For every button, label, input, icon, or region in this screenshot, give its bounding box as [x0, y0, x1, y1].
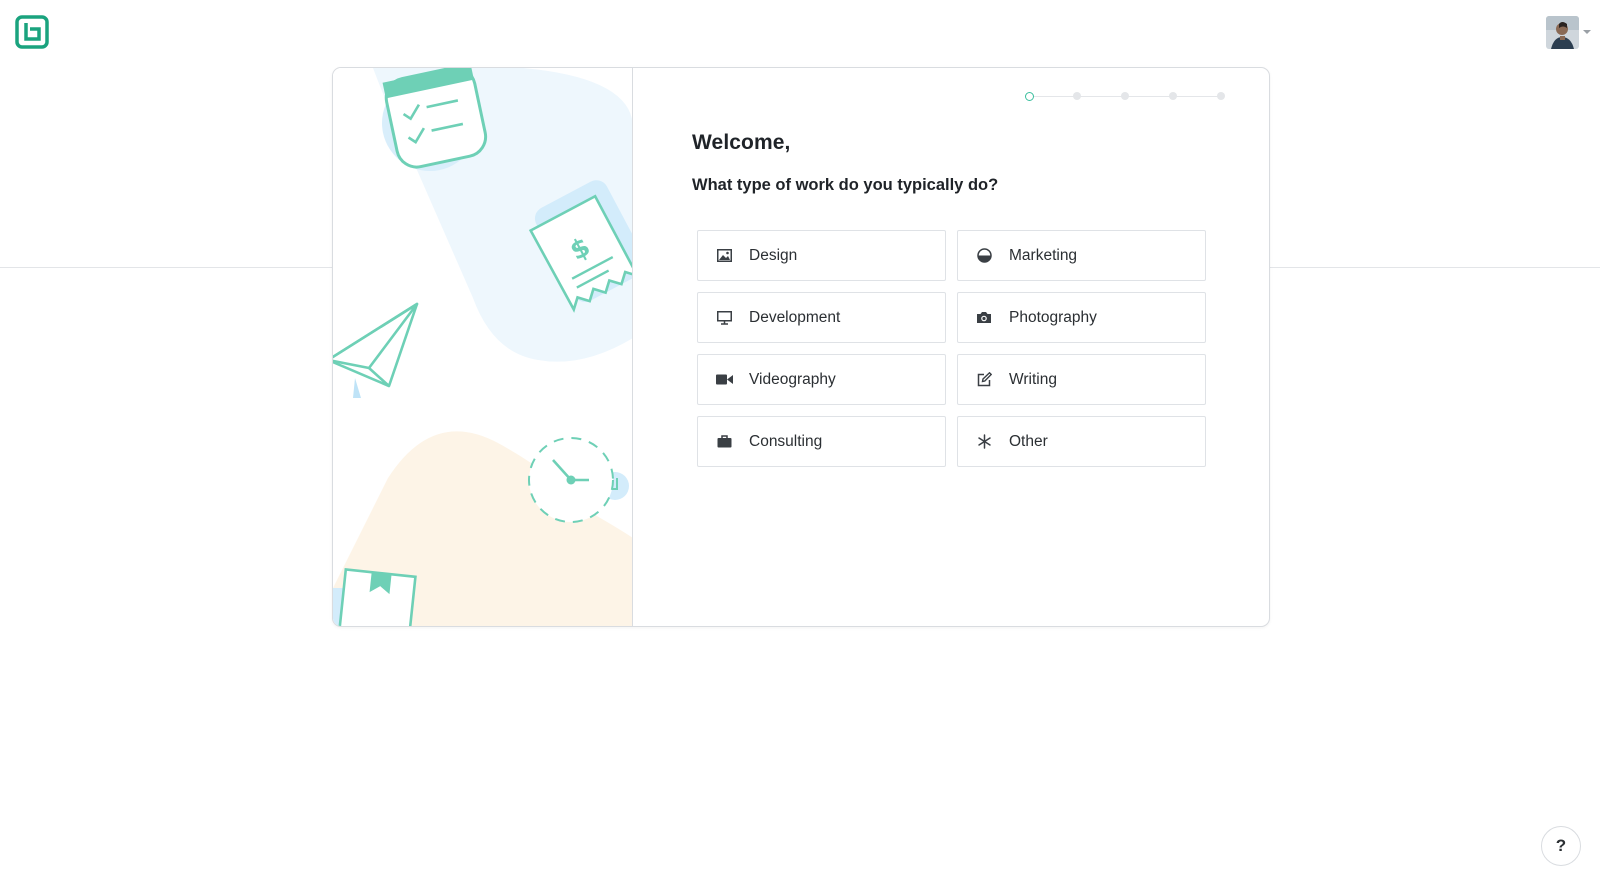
step-dot-5	[1217, 92, 1225, 100]
option-label: Design	[749, 246, 798, 264]
option-label: Consulting	[749, 432, 823, 450]
bonsai-logo-icon[interactable]	[15, 15, 49, 49]
option-design[interactable]: Design	[697, 230, 946, 281]
progress-stepper	[1025, 90, 1225, 102]
image-icon	[715, 247, 733, 265]
edit-icon	[975, 371, 993, 389]
briefcase-icon	[715, 433, 733, 451]
option-photography[interactable]: Photography	[957, 292, 1206, 343]
work-type-options: Design Marketing Development Photography	[697, 230, 1207, 467]
option-label: Writing	[1009, 370, 1057, 388]
asterisk-icon	[975, 433, 993, 451]
work-type-question: What type of work do you typically do?	[692, 176, 999, 194]
option-marketing[interactable]: Marketing	[957, 230, 1206, 281]
page-title: Welcome,	[692, 131, 791, 154]
user-avatar-icon[interactable]	[1546, 15, 1579, 49]
step-dot-1	[1025, 91, 1034, 101]
help-button[interactable]: ?	[1541, 826, 1581, 866]
option-development[interactable]: Development	[697, 292, 946, 343]
onboarding-illustration: $	[333, 68, 633, 626]
option-label: Photography	[1009, 308, 1097, 326]
option-other[interactable]: Other	[957, 416, 1206, 467]
option-label: Other	[1009, 432, 1048, 450]
camera-icon	[975, 309, 993, 327]
option-label: Development	[749, 308, 841, 326]
pie-icon	[975, 247, 993, 265]
onboarding-content: Welcome, What type of work do you typica…	[633, 68, 1269, 626]
video-camera-icon	[715, 371, 733, 389]
option-writing[interactable]: Writing	[957, 354, 1206, 405]
step-dot-2	[1073, 92, 1081, 100]
step-dot-3	[1121, 92, 1129, 100]
option-label: Marketing	[1009, 246, 1078, 264]
user-menu[interactable]	[1546, 15, 1592, 49]
option-label: Videography	[749, 370, 836, 388]
onboarding-card: $ Welcome, What type of work do you typi…	[332, 67, 1270, 627]
chevron-down-icon[interactable]	[1583, 30, 1591, 34]
step-dot-4	[1169, 92, 1177, 100]
option-consulting[interactable]: Consulting	[697, 416, 946, 467]
monitor-icon	[715, 309, 733, 327]
option-videography[interactable]: Videography	[697, 354, 946, 405]
